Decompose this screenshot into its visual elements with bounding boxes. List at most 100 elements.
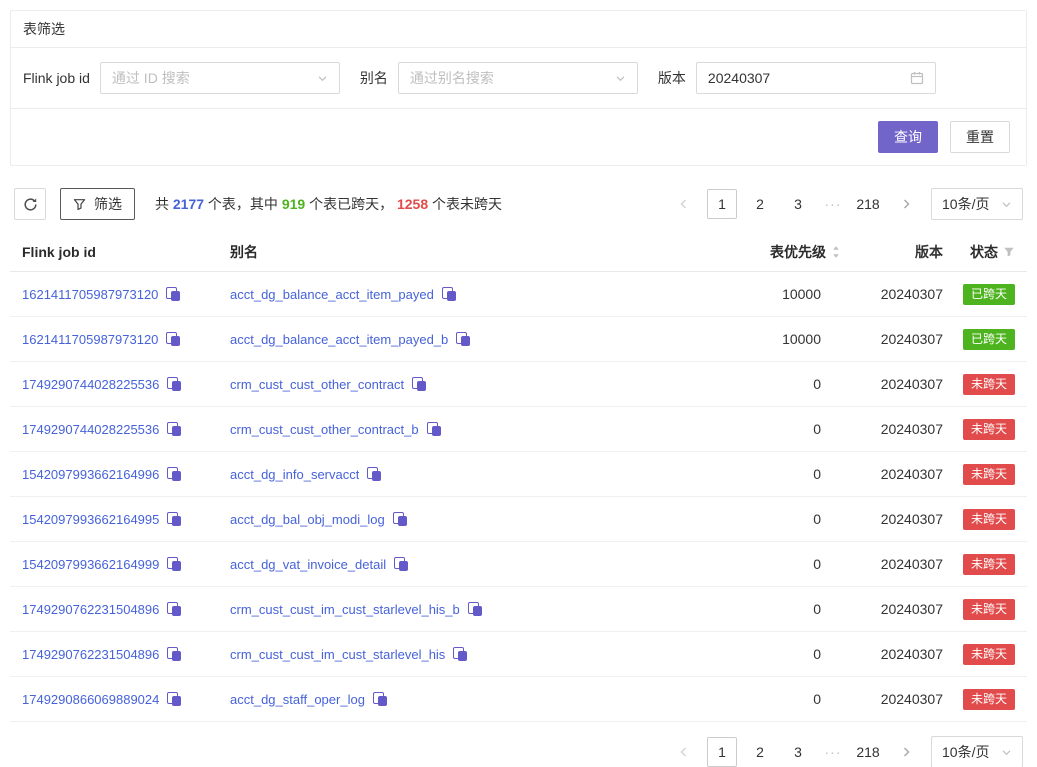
filter-funnel-icon[interactable] bbox=[1003, 246, 1015, 258]
alias-link[interactable]: acct_dg_vat_invoice_detail bbox=[230, 557, 386, 572]
flink-job-id-link[interactable]: 1749290762231504896 bbox=[22, 647, 159, 662]
summary-seg: 个表，其中 bbox=[204, 196, 282, 212]
version-cell: 20240307 bbox=[853, 376, 943, 392]
filter-actions-row: 查询 重置 bbox=[11, 109, 1026, 165]
page-size-select-top[interactable]: 10条/页 bbox=[931, 188, 1023, 220]
flink-job-id-link[interactable]: 1749290744028225536 bbox=[22, 422, 159, 437]
alias-link[interactable]: acct_dg_bal_obj_modi_log bbox=[230, 512, 385, 527]
copy-icon[interactable] bbox=[167, 647, 181, 661]
page-ellipsis[interactable]: ··· bbox=[821, 744, 845, 760]
version-date-input[interactable]: 20240307 bbox=[696, 62, 936, 94]
col-header-priority: 表优先级 bbox=[731, 242, 841, 262]
alias-link[interactable]: crm_cust_cust_im_cust_starlevel_his_b bbox=[230, 602, 460, 617]
flink-job-id-link[interactable]: 1621411705987973120 bbox=[22, 332, 158, 347]
flink-job-id-link[interactable]: 1542097993662164996 bbox=[22, 467, 159, 482]
alias-link[interactable]: acct_dg_staff_oper_log bbox=[230, 692, 365, 707]
alias-link[interactable]: crm_cust_cust_other_contract_b bbox=[230, 422, 419, 437]
table-row: 1542097993662164996 acct_dg_info_servacc… bbox=[10, 452, 1027, 497]
status-badge: 未跨天 bbox=[963, 419, 1015, 440]
flink-job-id-link[interactable]: 1749290762231504896 bbox=[22, 602, 159, 617]
status-badge: 未跨天 bbox=[963, 374, 1015, 395]
alias-link[interactable]: crm_cust_cust_im_cust_starlevel_his bbox=[230, 647, 445, 662]
version-cell: 20240307 bbox=[853, 511, 943, 527]
copy-icon[interactable] bbox=[367, 467, 381, 481]
summary-seg: 个表已跨天， bbox=[305, 196, 397, 212]
sort-icon[interactable] bbox=[831, 244, 841, 260]
footer-bar: 1 2 3 ··· 218 10条/页 bbox=[10, 736, 1027, 767]
copy-icon[interactable] bbox=[442, 287, 456, 301]
chevron-down-icon bbox=[615, 73, 626, 84]
filter-row: Flink job id 通过 ID 搜索 别名 通过别名搜索 bbox=[11, 48, 1026, 109]
next-page-button[interactable] bbox=[891, 189, 921, 219]
priority-cell: 0 bbox=[731, 511, 841, 527]
refresh-icon bbox=[23, 197, 38, 212]
version-date-value: 20240307 bbox=[708, 70, 770, 86]
copy-icon[interactable] bbox=[167, 557, 181, 571]
prev-page-button[interactable] bbox=[669, 737, 699, 767]
copy-icon[interactable] bbox=[468, 602, 482, 616]
copy-icon[interactable] bbox=[167, 377, 181, 391]
copy-icon[interactable] bbox=[166, 332, 180, 346]
priority-cell: 0 bbox=[731, 466, 841, 482]
page-item-1[interactable]: 1 bbox=[707, 189, 737, 219]
page-item-2[interactable]: 2 bbox=[745, 189, 775, 219]
page-item-2[interactable]: 2 bbox=[745, 737, 775, 767]
alias-link[interactable]: acct_dg_balance_acct_item_payed bbox=[230, 287, 434, 302]
alias-label: 别名 bbox=[360, 68, 388, 88]
flink-job-id-select[interactable]: 通过 ID 搜索 bbox=[100, 62, 340, 94]
flink-job-id-link[interactable]: 1542097993662164999 bbox=[22, 557, 159, 572]
reset-button[interactable]: 重置 bbox=[950, 121, 1010, 153]
col-header-alias: 别名 bbox=[230, 242, 719, 262]
table-toolbar: 筛选 共 2177 个表，其中 919 个表已跨天， 1258 个表未跨天 1 … bbox=[10, 188, 1027, 220]
version-cell: 20240307 bbox=[853, 331, 943, 347]
filter-card-title: 表筛选 bbox=[11, 11, 1026, 48]
copy-icon[interactable] bbox=[166, 287, 180, 301]
table-row: 1542097993662164995 acct_dg_bal_obj_modi… bbox=[10, 497, 1027, 542]
prev-page-button[interactable] bbox=[669, 189, 699, 219]
refresh-button[interactable] bbox=[14, 188, 46, 220]
alias-link[interactable]: acct_dg_info_servacct bbox=[230, 467, 359, 482]
copy-icon[interactable] bbox=[167, 692, 181, 706]
next-page-button[interactable] bbox=[891, 737, 921, 767]
alias-select[interactable]: 通过别名搜索 bbox=[398, 62, 638, 94]
copy-icon[interactable] bbox=[373, 692, 387, 706]
copy-icon[interactable] bbox=[456, 332, 470, 346]
copy-icon[interactable] bbox=[412, 377, 426, 391]
flink-job-id-link[interactable]: 1542097993662164995 bbox=[22, 512, 159, 527]
priority-cell: 0 bbox=[731, 646, 841, 662]
copy-icon[interactable] bbox=[393, 512, 407, 526]
status-badge: 未跨天 bbox=[963, 689, 1015, 710]
version-cell: 20240307 bbox=[853, 556, 943, 572]
flink-job-id-link[interactable]: 1749290744028225536 bbox=[22, 377, 159, 392]
copy-icon[interactable] bbox=[167, 467, 181, 481]
pagination-bottom: 1 2 3 ··· 218 bbox=[669, 737, 921, 767]
page-item-3[interactable]: 3 bbox=[783, 737, 813, 767]
status-badge: 已跨天 bbox=[963, 284, 1015, 305]
copy-icon[interactable] bbox=[427, 422, 441, 436]
page-item-last[interactable]: 218 bbox=[853, 737, 883, 767]
col-header-status: 状态 bbox=[955, 242, 1015, 262]
filter-toggle-button[interactable]: 筛选 bbox=[60, 188, 135, 220]
flink-job-id-link[interactable]: 1621411705987973120 bbox=[22, 287, 158, 302]
page-item-1[interactable]: 1 bbox=[707, 737, 737, 767]
page-item-last[interactable]: 218 bbox=[853, 189, 883, 219]
table-row: 1749290762231504896 crm_cust_cust_im_cus… bbox=[10, 632, 1027, 677]
alias-link[interactable]: crm_cust_cust_other_contract bbox=[230, 377, 404, 392]
uncrossed-count: 1258 bbox=[397, 196, 428, 212]
page-size-select-bottom[interactable]: 10条/页 bbox=[931, 736, 1023, 767]
copy-icon[interactable] bbox=[167, 512, 181, 526]
alias-link[interactable]: acct_dg_balance_acct_item_payed_b bbox=[230, 332, 448, 347]
page-item-3[interactable]: 3 bbox=[783, 189, 813, 219]
copy-icon[interactable] bbox=[167, 422, 181, 436]
table-row: 1621411705987973120 acct_dg_balance_acct… bbox=[10, 317, 1027, 362]
table-row: 1621411705987973120 acct_dg_balance_acct… bbox=[10, 272, 1027, 317]
copy-icon[interactable] bbox=[453, 647, 467, 661]
priority-cell: 0 bbox=[731, 601, 841, 617]
query-button[interactable]: 查询 bbox=[878, 121, 938, 153]
copy-icon[interactable] bbox=[167, 602, 181, 616]
page-ellipsis[interactable]: ··· bbox=[821, 196, 845, 212]
priority-cell: 0 bbox=[731, 421, 841, 437]
flink-job-id-link[interactable]: 1749290866069889024 bbox=[22, 692, 159, 707]
copy-icon[interactable] bbox=[394, 557, 408, 571]
page-root: 表筛选 Flink job id 通过 ID 搜索 别名 通过别名搜索 bbox=[0, 0, 1037, 767]
